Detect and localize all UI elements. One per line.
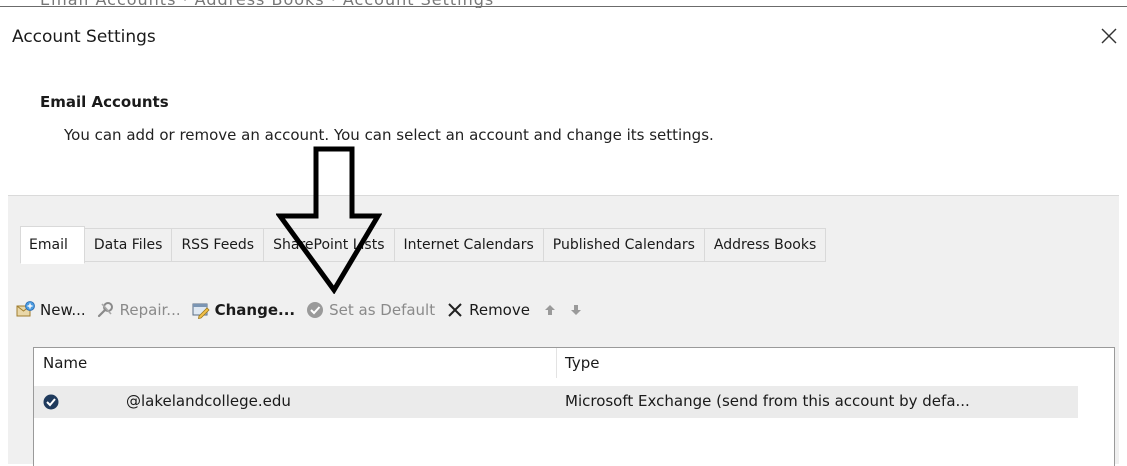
new-button-label: New... [40, 301, 86, 319]
account-settings-panel: Email Data Files RSS Feeds SharePoint Li… [8, 195, 1119, 466]
list-header: Name Type [34, 348, 1078, 378]
change-account-icon [191, 300, 211, 320]
tab-email[interactable]: Email [20, 226, 85, 264]
new-account-icon [16, 300, 36, 320]
account-name-cell: @lakelandcollege.edu [126, 392, 291, 410]
column-divider[interactable] [556, 348, 557, 378]
new-button[interactable]: New... [16, 300, 86, 320]
column-header-name[interactable]: Name [43, 354, 87, 372]
repair-button[interactable]: Repair... [96, 300, 181, 320]
arrow-down-icon[interactable] [566, 300, 586, 320]
tab-data-files[interactable]: Data Files [84, 228, 173, 262]
table-row[interactable]: @lakelandcollege.edu Microsoft Exchange … [34, 386, 1078, 418]
account-list: Name Type @lakelandcollege.edu Microsoft… [33, 347, 1115, 466]
change-button-label: Change... [214, 301, 296, 319]
tab-rss-feeds[interactable]: RSS Feeds [172, 228, 265, 262]
check-circle-icon [305, 300, 325, 320]
account-toolbar: New... Repair... Change... Set as Defaul… [16, 297, 592, 323]
arrow-up-icon[interactable] [540, 300, 560, 320]
divider [0, 6, 1127, 7]
set-as-default-button[interactable]: Set as Default [305, 300, 435, 320]
column-header-type[interactable]: Type [565, 354, 599, 372]
dialog-title: Account Settings [12, 27, 156, 47]
wrench-icon [96, 300, 116, 320]
tab-sharepoint-lists[interactable]: SharePoint Lists [264, 228, 395, 262]
repair-button-label: Repair... [119, 301, 181, 319]
close-button[interactable] [1095, 22, 1123, 50]
change-button[interactable]: Change... [191, 300, 296, 320]
remove-button-label: Remove [469, 301, 530, 319]
section-description: You can add or remove an account. You ca… [64, 126, 714, 144]
remove-button[interactable]: Remove [445, 300, 530, 320]
tab-published-calendars[interactable]: Published Calendars [543, 228, 705, 262]
tab-strip: Email Data Files RSS Feeds SharePoint Li… [20, 226, 827, 264]
x-icon [445, 300, 465, 320]
close-icon [1101, 28, 1117, 44]
section-heading: Email Accounts [40, 93, 169, 111]
default-account-check-icon [42, 393, 60, 411]
set-as-default-label: Set as Default [329, 301, 436, 319]
tab-internet-calendars[interactable]: Internet Calendars [394, 228, 544, 262]
account-type-cell: Microsoft Exchange (send from this accou… [565, 392, 970, 410]
top-cropped-strip: Email Accounts · Address Books · Account… [0, 0, 1127, 8]
tab-address-books[interactable]: Address Books [704, 228, 827, 262]
